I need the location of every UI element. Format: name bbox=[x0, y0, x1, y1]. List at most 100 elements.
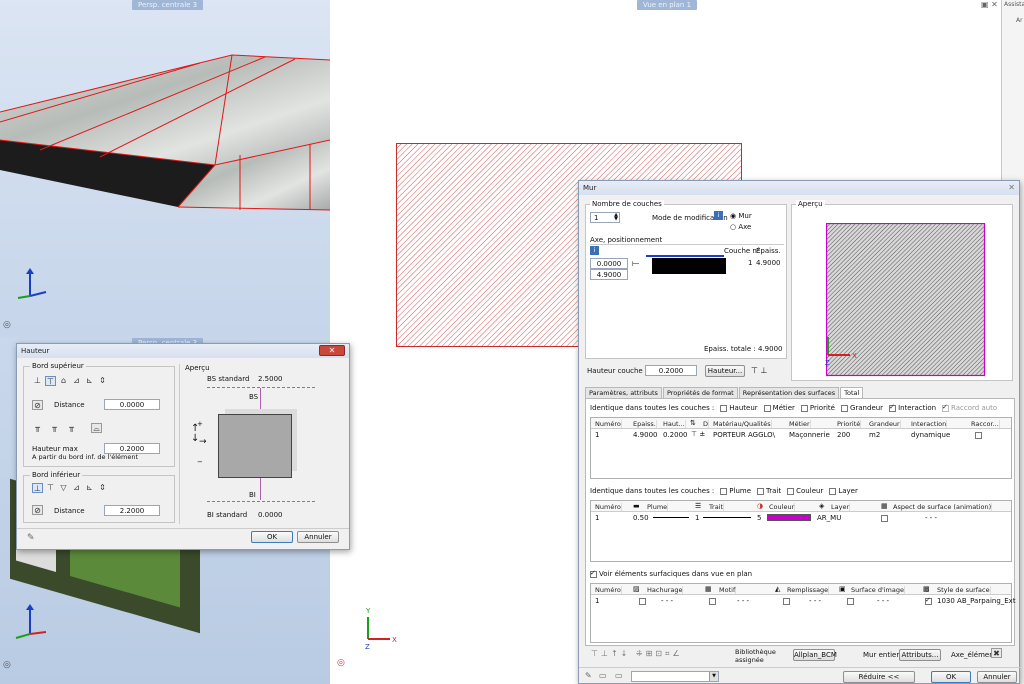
layer-height-input[interactable]: 0.2000 bbox=[645, 365, 697, 376]
pipette-icon[interactable]: ✎ bbox=[585, 671, 592, 680]
tab-format[interactable]: Propriétés de format bbox=[662, 387, 738, 398]
aspect-checkbox[interactable] bbox=[881, 514, 890, 522]
fill-checkbox[interactable] bbox=[783, 597, 792, 605]
close-button[interactable]: ✕ bbox=[319, 345, 345, 356]
align-top-icon[interactable]: ⊤ bbox=[45, 483, 56, 493]
align-top-icon[interactable]: ⊤ bbox=[45, 376, 56, 386]
check-interaction[interactable]: Interaction bbox=[889, 403, 936, 412]
col-header: Numéro bbox=[595, 503, 622, 511]
pattern-checkbox[interactable] bbox=[709, 597, 718, 605]
check-grandeur[interactable]: Grandeur bbox=[840, 404, 884, 412]
check-raccord[interactable]: Raccord auto bbox=[942, 403, 997, 412]
position-top-input[interactable]: 0.0000 bbox=[590, 258, 628, 269]
folder-icon[interactable]: ▭ bbox=[599, 671, 607, 680]
cancel-button[interactable]: Annuler bbox=[297, 531, 339, 543]
cell: - - - bbox=[925, 514, 938, 522]
raccord-checkbox[interactable] bbox=[975, 431, 984, 439]
spinner-arrows[interactable]: ▲ ▼ bbox=[614, 213, 618, 222]
ok-button[interactable]: OK bbox=[931, 671, 971, 683]
cancel-button[interactable]: Annuler bbox=[977, 671, 1017, 683]
chevron-down-icon[interactable]: ▼ bbox=[709, 672, 718, 681]
hatch-checkbox[interactable] bbox=[639, 597, 648, 605]
col-header: Hachurage bbox=[647, 586, 684, 594]
roof-icon[interactable]: ⌂ bbox=[58, 376, 69, 386]
align-up-icon[interactable]: ⊥ bbox=[32, 376, 43, 386]
slope-icon[interactable]: ⊿ bbox=[71, 376, 82, 386]
table-row[interactable]: 1 4.9000 0.2000 ⊤ ± PORTEUR AGGLO\ Maçon… bbox=[591, 430, 1011, 440]
table-row[interactable]: 1 0.50 1 5 AR_MU - - - bbox=[591, 513, 1011, 523]
distance-bottom-input[interactable]: 2.2000 bbox=[104, 505, 160, 516]
height-button[interactable]: Hauteur... bbox=[705, 365, 745, 377]
layer-no-header: Couche n° bbox=[724, 247, 761, 255]
cell: PORTEUR AGGLO\ bbox=[713, 431, 776, 439]
perspective-viewport-top[interactable]: Persp. centrale 3 ◎ bbox=[0, 0, 330, 336]
check-hauteur[interactable]: Hauteur bbox=[720, 404, 758, 412]
columns-icon[interactable]: ╥ bbox=[32, 423, 43, 433]
divider bbox=[579, 667, 1021, 668]
nav-circle-icon[interactable]: ◎ bbox=[3, 660, 11, 670]
tab-parameters[interactable]: Paramètres, attributs bbox=[585, 387, 662, 398]
radio-axe[interactable]: ○ Axe bbox=[730, 223, 751, 231]
check-metier[interactable]: Métier bbox=[763, 404, 795, 412]
stair-icon[interactable]: ⊾ bbox=[84, 483, 95, 493]
allplan-bcm-button[interactable]: Allplan_BCM bbox=[793, 649, 837, 661]
offset-icon[interactable]: ⊘ bbox=[32, 505, 43, 515]
info-icon[interactable]: i bbox=[590, 246, 599, 255]
show-surfaces-check[interactable]: Voir éléments surfaciques dans vue en pl… bbox=[590, 569, 752, 578]
col-header: Trait bbox=[709, 503, 725, 511]
pipette-icon[interactable]: ✎ bbox=[27, 533, 35, 543]
group-label: Nombre de couches bbox=[590, 200, 664, 208]
favorites-dropdown[interactable]: ▼ bbox=[631, 671, 719, 682]
check-plume[interactable]: Plume bbox=[720, 487, 751, 495]
tools-icon[interactable]: ✖ bbox=[991, 648, 1002, 658]
nav-circle-icon[interactable]: ◎ bbox=[3, 320, 11, 330]
pen-icon: ▬ bbox=[633, 502, 640, 510]
layer-count-spinner[interactable]: 1 ▲ ▼ bbox=[590, 212, 620, 223]
updown-icon[interactable]: ⇕ bbox=[97, 376, 108, 386]
table-row[interactable]: 1 - - - - - - - - - - - - 1030 AB_Parpai… bbox=[591, 596, 1016, 606]
image-checkbox[interactable] bbox=[847, 597, 856, 605]
save-favorite-icon[interactable]: ▭ bbox=[615, 671, 623, 680]
close-button[interactable]: ✕ bbox=[1008, 183, 1015, 192]
columns-icon[interactable]: ╥ bbox=[66, 423, 77, 433]
layer-bar[interactable] bbox=[652, 258, 726, 274]
axis-gizmo-icon: X Z bbox=[825, 337, 857, 367]
ok-button[interactable]: OK bbox=[251, 531, 293, 543]
svg-text:X: X bbox=[392, 636, 397, 644]
col-header: Couleur bbox=[769, 503, 796, 511]
color-swatch[interactable] bbox=[767, 514, 811, 521]
offset-icon[interactable]: ⊘ bbox=[32, 400, 43, 410]
viewport-title: Persp. centrale 3 bbox=[132, 0, 204, 10]
check-priorite[interactable]: Priorité bbox=[800, 404, 835, 412]
valley-icon[interactable]: ▽ bbox=[58, 483, 69, 493]
reduce-button[interactable]: Réduire << bbox=[843, 671, 915, 683]
stair-icon[interactable]: ⊾ bbox=[84, 376, 95, 386]
radio-mur[interactable]: ◉ Mur bbox=[730, 212, 752, 220]
check-layer[interactable]: Layer bbox=[829, 487, 858, 495]
align-up-icon[interactable]: ⊥ bbox=[32, 483, 43, 493]
updown-icon[interactable]: ⇕ bbox=[97, 483, 108, 493]
tab-surfaces[interactable]: Représentation des surfaces bbox=[738, 387, 840, 398]
info-icon[interactable]: i bbox=[714, 211, 723, 220]
layer-row-thickness: 4.9000 bbox=[756, 259, 781, 267]
divider bbox=[179, 364, 180, 524]
columns-icon[interactable]: ╥ bbox=[49, 423, 60, 433]
slope-icon[interactable]: ⊿ bbox=[71, 483, 82, 493]
window-controls[interactable]: ▣ ✕ bbox=[981, 0, 998, 9]
check-couleur[interactable]: Couleur bbox=[787, 487, 823, 495]
style-checkbox[interactable] bbox=[925, 596, 934, 605]
attributes-button[interactable]: Attributs... bbox=[899, 649, 941, 661]
distance-top-input[interactable]: 0.0000 bbox=[104, 399, 160, 410]
nav-circle-icon[interactable]: ◎ bbox=[337, 658, 345, 668]
arch-icon[interactable]: ⌓ bbox=[91, 423, 102, 433]
cell: - - - bbox=[809, 597, 822, 605]
assistant-tab[interactable]: Ar bbox=[1002, 9, 1024, 24]
layer-tools-toolbar[interactable]: ⊤⊥↑↓ ⁜⊞⊡⌗∠ bbox=[591, 649, 683, 659]
height-tools-icon[interactable]: ⊤ ⊥ bbox=[751, 366, 767, 375]
layer-move-icon[interactable]: ⊤ ± bbox=[691, 430, 705, 438]
check-label: Grandeur bbox=[849, 404, 884, 412]
check-trait[interactable]: Trait bbox=[757, 487, 781, 495]
position-bottom-input[interactable]: 4.9000 bbox=[590, 269, 628, 280]
color-icon: ◑ bbox=[757, 502, 764, 510]
pattern-icon: ▦ bbox=[705, 585, 712, 593]
